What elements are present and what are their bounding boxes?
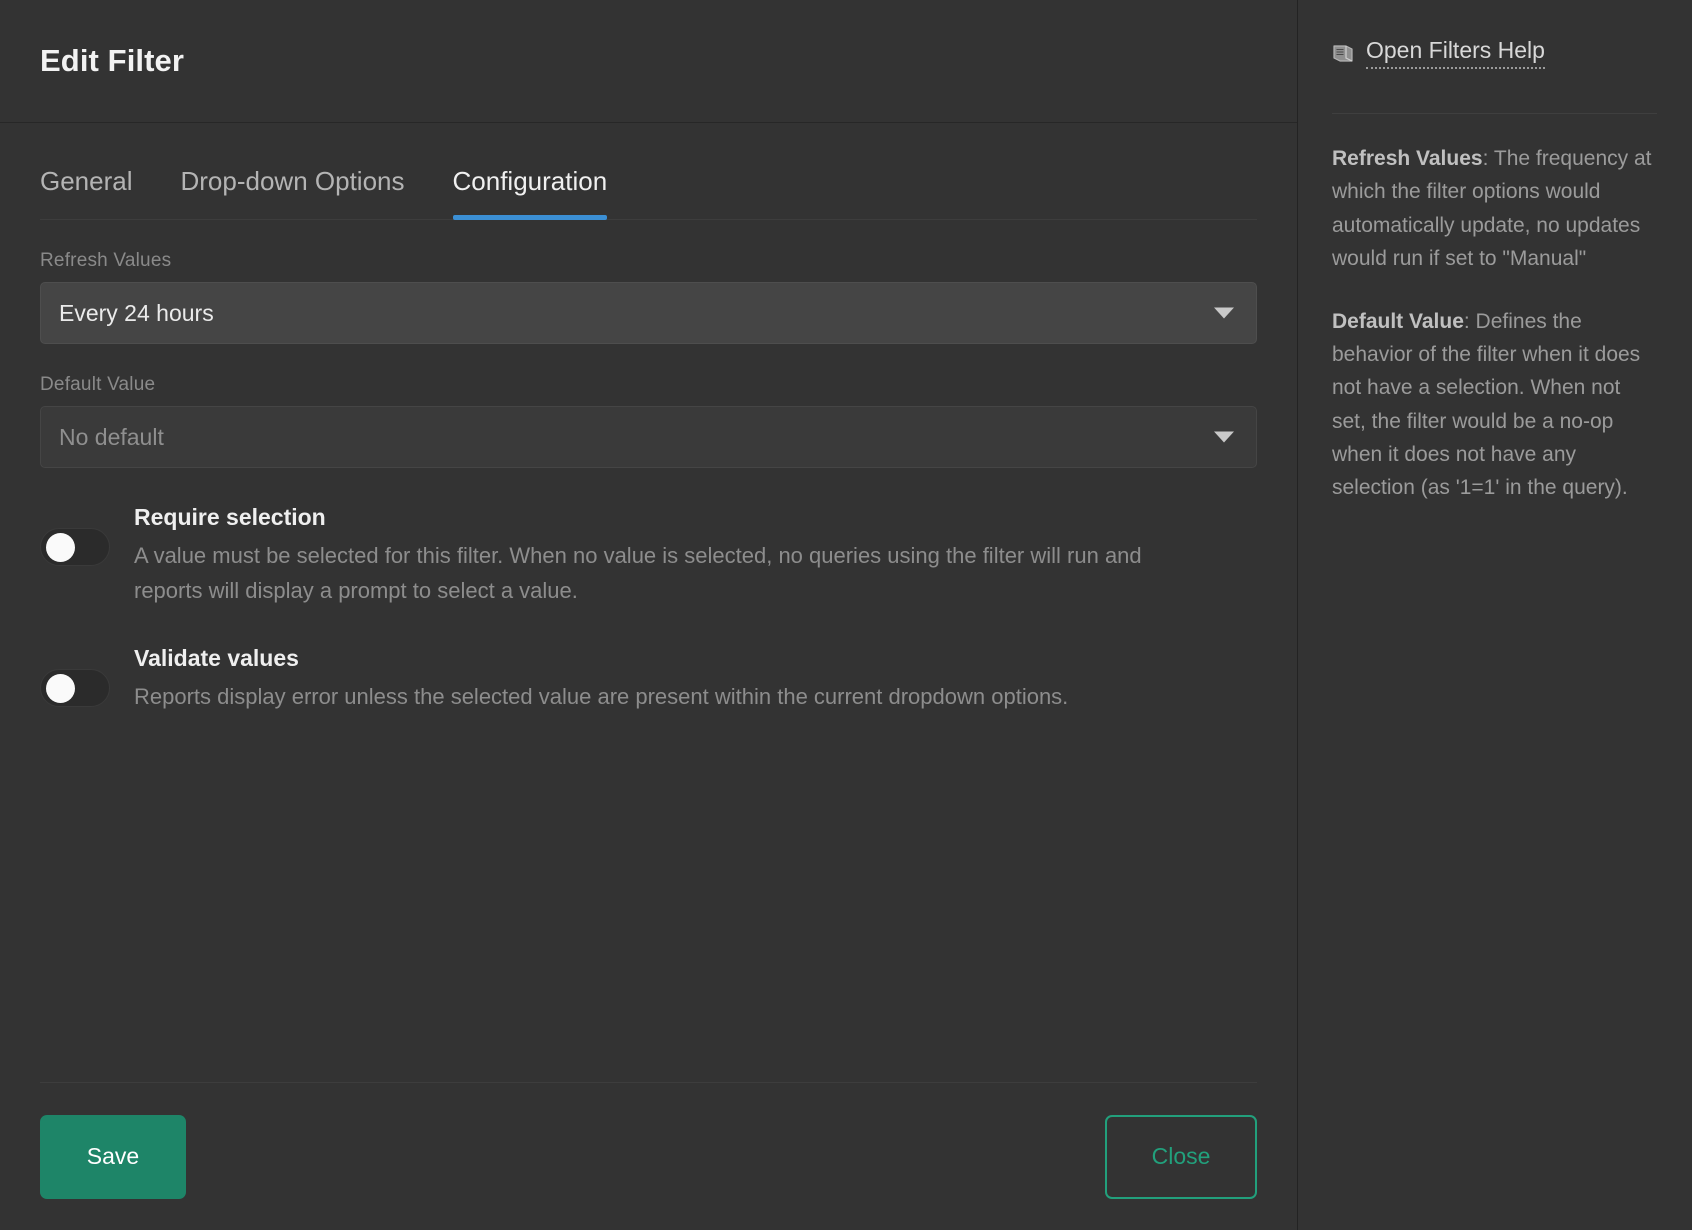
page-title: Edit Filter bbox=[40, 43, 185, 78]
tab-general[interactable]: General bbox=[40, 166, 133, 219]
validate-values-texts: Validate values Reports display error un… bbox=[134, 645, 1164, 715]
help-term-default-value: Default Value bbox=[1332, 309, 1464, 333]
validate-values-toggle[interactable] bbox=[40, 668, 110, 707]
save-button[interactable]: Save bbox=[40, 1114, 186, 1199]
help-text-default-value: : Defines the behavior of the filter whe… bbox=[1332, 309, 1641, 499]
modal-header: Edit Filter bbox=[0, 0, 1297, 123]
toggle-knob bbox=[46, 673, 75, 703]
refresh-values-value: Every 24 hours bbox=[59, 299, 214, 326]
validate-values-title: Validate values bbox=[134, 644, 299, 671]
help-paragraph-default-value: Default Value: Defines the behavior of t… bbox=[1332, 305, 1657, 504]
configuration-form: Refresh Values Every 24 hours Default Va… bbox=[40, 220, 1257, 1082]
close-button[interactable]: Close bbox=[1105, 1114, 1257, 1199]
validate-values-description: Reports display error unless the selecte… bbox=[134, 683, 1069, 709]
help-paragraph-refresh-values: Refresh Values: The frequency at which t… bbox=[1332, 142, 1657, 275]
refresh-values-label: Refresh Values bbox=[40, 250, 172, 271]
refresh-values-select[interactable]: Every 24 hours bbox=[40, 282, 1257, 344]
modal-body: General Drop-down Options Configuration … bbox=[0, 123, 1297, 1082]
require-selection-texts: Require selection A value must be select… bbox=[134, 504, 1164, 609]
toggle-knob bbox=[46, 533, 75, 562]
edit-filter-dialog: Edit Filter General Drop-down Options Co… bbox=[0, 0, 1692, 1230]
tab-bar: General Drop-down Options Configuration bbox=[40, 123, 1257, 220]
help-divider bbox=[1332, 113, 1657, 115]
tab-dropdown-options-label: Drop-down Options bbox=[180, 166, 405, 196]
default-value-select[interactable]: No default bbox=[40, 406, 1257, 468]
open-filters-help-link[interactable]: Open Filters Help bbox=[1366, 37, 1545, 70]
require-selection-row: Require selection A value must be select… bbox=[40, 504, 1257, 609]
tab-configuration[interactable]: Configuration bbox=[452, 166, 608, 220]
require-selection-toggle[interactable] bbox=[40, 528, 110, 566]
tab-dropdown-options[interactable]: Drop-down Options bbox=[181, 166, 405, 219]
chevron-down-icon bbox=[1214, 307, 1234, 319]
default-value-placeholder: No default bbox=[59, 423, 164, 450]
modal-footer: Save Close bbox=[40, 1082, 1257, 1230]
tab-configuration-label: Configuration bbox=[452, 166, 608, 196]
default-value-label: Default Value bbox=[40, 374, 156, 395]
book-icon bbox=[1333, 45, 1353, 62]
require-selection-description: A value must be selected for this filter… bbox=[134, 543, 1142, 603]
open-filters-help-row[interactable]: Open Filters Help bbox=[1332, 37, 1657, 77]
require-selection-title: Require selection bbox=[134, 504, 326, 530]
help-pane: Open Filters Help Refresh Values: The fr… bbox=[1298, 0, 1691, 1230]
main-pane: Edit Filter General Drop-down Options Co… bbox=[0, 0, 1298, 1230]
tab-general-label: General bbox=[40, 166, 133, 196]
help-term-refresh-values: Refresh Values bbox=[1332, 147, 1483, 171]
chevron-down-icon bbox=[1214, 431, 1234, 443]
validate-values-row: Validate values Reports display error un… bbox=[40, 645, 1257, 715]
